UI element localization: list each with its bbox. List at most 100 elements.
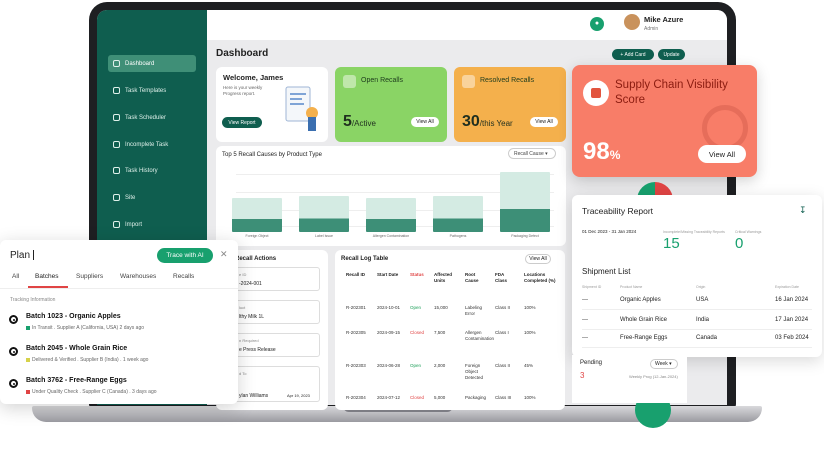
search-input[interactable]: Plan <box>10 250 35 261</box>
table-cell: 100% <box>524 330 536 335</box>
view-report-button[interactable]: View Report <box>222 117 262 128</box>
tracking-item-title: Batch 2045 - Whole Grain Rice <box>26 345 128 352</box>
supply-chain-title: Supply Chain Visibility Score <box>615 79 728 106</box>
radio-icon[interactable] <box>9 379 18 388</box>
dashboard-icon <box>113 60 120 67</box>
row-value: lthy Milk 1L <box>239 314 265 320</box>
report-illustration <box>285 86 318 131</box>
table-cell: 2024-09-15 <box>377 330 401 335</box>
status-dot <box>26 390 30 394</box>
recall-action-row: n Required e Press Release <box>224 333 320 357</box>
col-root-cause: Root Cause <box>465 272 479 283</box>
col-recall-id: Recall ID <box>346 272 366 277</box>
pending-title: Pending <box>580 360 603 366</box>
row-divider <box>582 309 812 310</box>
incomplete-icon <box>113 141 120 148</box>
col-start-date: Start Date <box>377 272 399 277</box>
table-cell: Open <box>410 363 422 368</box>
section-label: Tracking Information <box>10 297 56 303</box>
resolved-recalls-card: Resolved Recalls 30/this Year View All <box>454 67 566 142</box>
tracking-item[interactable]: Batch 2045 - Whole Grain Rice Delivered &… <box>9 344 229 370</box>
row-label: e ID <box>239 272 247 277</box>
table-cell: 2,000 <box>434 363 446 368</box>
download-icon[interactable]: ↧ <box>799 205 809 215</box>
week-dropdown[interactable]: Week ▾ <box>650 359 678 369</box>
table-cell: Allergen Contamination <box>465 330 495 341</box>
bar-label: Foreign Object <box>245 234 269 238</box>
shipment-cell: 17 Jan 2024 <box>775 317 809 323</box>
table-cell: R-202305 <box>346 330 366 335</box>
page-title: Dashboard <box>216 48 269 59</box>
update-button[interactable]: Update <box>658 49 685 60</box>
tab-all[interactable]: All <box>12 273 19 280</box>
close-icon[interactable]: ✕ <box>220 249 228 260</box>
table-cell: R-202301 <box>346 305 366 310</box>
user-name: Mike Azure <box>644 15 684 24</box>
row-label: n Required <box>239 338 259 343</box>
sidebar-item-task-scheduler[interactable]: Task Scheduler <box>108 109 196 126</box>
avatar[interactable] <box>624 14 640 30</box>
search-query-text: Plan <box>10 250 31 261</box>
sidebar-item-import[interactable]: Import <box>108 216 196 233</box>
kpi-label: Critical Warnings <box>735 230 762 234</box>
recall-causes-chart: Foreign Object Label Issue Allergen Contam… <box>216 146 566 246</box>
table-cell: 7,500 <box>434 330 446 335</box>
kpi-label: Incomplete/Missing Traceability Reports <box>663 230 725 234</box>
row-divider <box>582 347 812 348</box>
chart-bar <box>366 198 416 232</box>
table-cell: 5,000 <box>434 395 446 400</box>
tracking-item[interactable]: Batch 3762 - Free-Range Eggs Under Qualit… <box>9 376 229 402</box>
sidebar-item-label: Task History <box>125 167 158 174</box>
col-product-name: Product Name <box>620 285 643 289</box>
sidebar-item-incomplete-task[interactable]: Incomplete Task <box>108 136 196 153</box>
table-cell: 2024-06-28 <box>377 363 401 368</box>
site-icon <box>113 194 120 201</box>
row-value: ylan Williams <box>239 393 269 399</box>
open-recalls-number: 5 <box>343 113 352 130</box>
sidebar-item-label: Site <box>125 194 136 201</box>
tab-warehouses[interactable]: Warehouses <box>120 273 156 280</box>
open-recalls-value: 5/Active <box>343 113 376 131</box>
shipment-cell: India <box>696 317 710 323</box>
radio-icon[interactable] <box>9 315 18 324</box>
welcome-title: Welcome, James <box>223 73 284 82</box>
tab-batches[interactable]: Batches <box>35 273 59 280</box>
bar-label: Label Issue <box>315 234 333 238</box>
kpi-value: 15 <box>663 235 680 252</box>
sidebar-item-dashboard[interactable]: Dashboard <box>108 55 196 72</box>
tab-recalls[interactable]: Recalls <box>173 273 194 280</box>
resolved-recalls-view-all-button[interactable]: View All <box>530 117 558 127</box>
tracking-item-sub: In Transit . Supplier A (California, USA… <box>26 325 144 331</box>
tracking-item[interactable]: Batch 1023 - Organic Apples In Transit . … <box>9 312 229 338</box>
table-cell: Class II <box>495 363 511 368</box>
table-cell: Class I <box>495 330 509 335</box>
supply-chain-view-all-button[interactable]: View All <box>698 145 746 163</box>
scheduler-icon <box>113 114 120 121</box>
table-cell: 2024-10-01 <box>377 305 401 310</box>
add-card-button[interactable]: + Add Card <box>612 49 654 60</box>
sidebar-item-label: Task Scheduler <box>125 114 167 121</box>
tab-divider <box>0 288 238 289</box>
open-recalls-label: Open Recalls <box>361 77 404 84</box>
search-panel: Plan Trace with AI ✕ All Batches Supplie… <box>0 240 238 404</box>
calendar-icon <box>583 80 609 106</box>
sidebar-item-task-history[interactable]: Task History <box>108 162 196 179</box>
score-unit: % <box>609 148 621 162</box>
trace-with-ai-button[interactable]: Trace with AI <box>157 248 213 263</box>
bell-icon[interactable]: ● <box>590 17 604 31</box>
shipment-cell: Canada <box>696 335 718 341</box>
tracking-item-title: Batch 3762 - Free-Range Eggs <box>26 377 127 384</box>
resolved-recalls-suffix: /this Year <box>479 119 513 128</box>
resolved-recalls-value: 30/this Year <box>462 113 513 131</box>
sidebar-item-task-templates[interactable]: Task Templates <box>108 82 196 99</box>
col-expiration-date: Expiration Date <box>775 285 799 289</box>
recall-log-view-all-button[interactable]: View All <box>525 254 551 264</box>
recall-causes-card: Top 5 Recall Causes by Product Type Reca… <box>216 146 566 246</box>
recall-log-title: Recall Log Table <box>341 256 389 262</box>
chart-bar <box>500 171 550 232</box>
open-recalls-view-all-button[interactable]: View All <box>411 117 439 127</box>
kpi-value: 0 <box>735 235 744 252</box>
radio-icon[interactable] <box>9 347 18 356</box>
sidebar-item-site[interactable]: Site <box>108 189 196 206</box>
tab-suppliers[interactable]: Suppliers <box>76 273 103 280</box>
